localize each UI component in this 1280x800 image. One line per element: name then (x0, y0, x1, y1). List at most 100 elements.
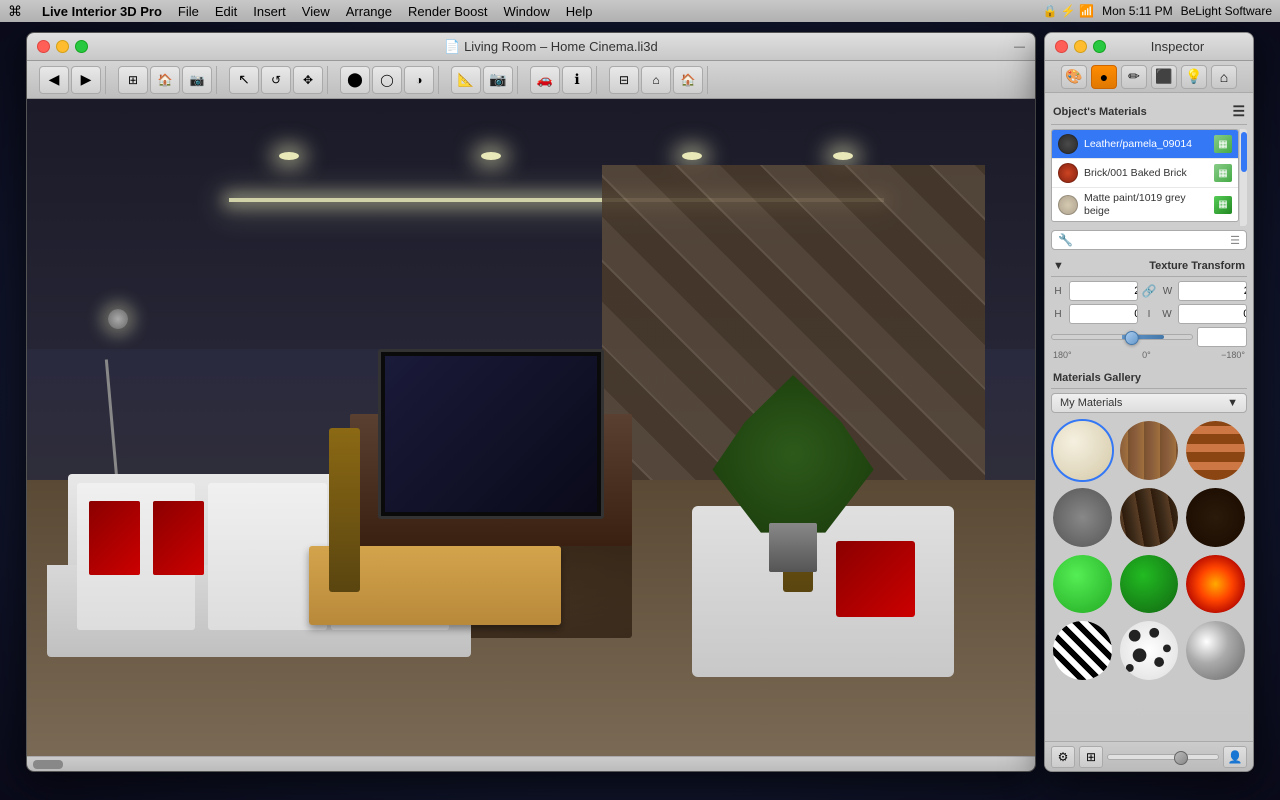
inspector-maximize[interactable] (1093, 40, 1106, 53)
apple-menu[interactable]: ⌘ (8, 3, 22, 20)
scroll-thumb[interactable] (33, 760, 63, 769)
tab-house[interactable]: ⌂ (1211, 65, 1237, 89)
camera2-btn[interactable]: 📷 (483, 66, 513, 94)
camera-btn[interactable]: 📷 (182, 66, 212, 94)
menu-render[interactable]: Render Boost (408, 4, 488, 19)
layout-btn2[interactable]: ⌂ (641, 66, 671, 94)
sphere-btn[interactable]: ⬤ (340, 66, 370, 94)
menu-arrange[interactable]: Arrange (346, 4, 392, 19)
3d-view-btn[interactable]: 🏠 (150, 66, 180, 94)
size-slider[interactable] (1107, 754, 1219, 760)
h1-input[interactable]: 2.56 (1070, 283, 1138, 299)
gallery-item-darkbrown[interactable] (1184, 486, 1247, 549)
menu-file[interactable]: File (178, 4, 199, 19)
materials-gallery-section: Materials Gallery My Materials ▼ (1051, 368, 1247, 682)
gallery-swatch-darkwood (1120, 488, 1179, 547)
rotation-labels: 180° 0° −180° (1051, 350, 1247, 360)
gallery-view-btn[interactable]: ⊞ (1079, 746, 1103, 768)
menu-edit[interactable]: Edit (215, 4, 237, 19)
w1-input-group: 2.56 ▲ ▼ (1178, 281, 1247, 301)
gallery-item-cream[interactable] (1051, 419, 1114, 482)
list-icon: ☰ (1230, 234, 1240, 247)
gallery-item-spots[interactable] (1118, 619, 1181, 682)
material-item-paint[interactable]: Matte paint/1019 grey beige ▦ (1052, 188, 1238, 221)
recessed-light-2 (481, 152, 501, 160)
w2-input[interactable]: 0.00 (1179, 306, 1247, 322)
tab-light[interactable]: 💡 (1181, 65, 1207, 89)
info-btn[interactable]: ℹ (562, 66, 592, 94)
gallery-grid (1051, 419, 1247, 682)
gallery-item-fire[interactable] (1184, 553, 1247, 616)
gallery-item-zebra[interactable] (1051, 619, 1114, 682)
spots-svg (1120, 621, 1179, 680)
material-item-brick[interactable]: Brick/001 Baked Brick ▦ (1052, 159, 1238, 188)
walk-btn[interactable]: 🚗 (530, 66, 560, 94)
menu-window[interactable]: Window (504, 4, 550, 19)
menu-insert[interactable]: Insert (253, 4, 286, 19)
menu-help[interactable]: Help (566, 4, 593, 19)
select-tool[interactable]: ↖ (229, 66, 259, 94)
gallery-item-brick[interactable] (1184, 419, 1247, 482)
tab-paint[interactable]: 🎨 (1061, 65, 1087, 89)
rotation-thumb[interactable] (1125, 331, 1139, 345)
collapse-arrow[interactable]: ▼ (1053, 260, 1064, 272)
link-icon[interactable]: 🔗 (1142, 284, 1157, 298)
w2-label: W (1160, 309, 1174, 320)
inspector-bottom-bar: ⚙ ⊞ 👤 (1045, 741, 1253, 771)
maximize-button[interactable] (75, 40, 88, 53)
half-sphere-btn[interactable]: ◑ (404, 66, 434, 94)
rotation-input[interactable]: 0° (1198, 329, 1247, 345)
gallery-item-metallic[interactable] (1184, 619, 1247, 682)
menu-view[interactable]: View (302, 4, 330, 19)
w2-label-spacer: I (1142, 309, 1156, 320)
viewport-scrollbar[interactable] (27, 756, 1035, 771)
gallery-dropdown[interactable]: My Materials ▼ (1051, 393, 1247, 413)
header-menu-icon[interactable]: ☰ (1232, 103, 1245, 120)
gallery-item-wood1[interactable] (1118, 419, 1181, 482)
floor-plan-btn[interactable]: ⊞ (118, 66, 148, 94)
size-slider-thumb[interactable] (1174, 751, 1188, 765)
layout-btn3[interactable]: 🏠 (673, 66, 703, 94)
gallery-swatch-fire (1186, 555, 1245, 614)
measure-btn[interactable]: 📐 (451, 66, 481, 94)
materials-list: Leather/pamela_09014 ▦ Brick/001 Baked B… (1051, 129, 1239, 222)
swatch-paint (1058, 195, 1078, 215)
inspector-close[interactable] (1055, 40, 1068, 53)
inspector-titlebar: Inspector (1045, 33, 1253, 61)
search-input[interactable] (1077, 234, 1226, 246)
gallery-item-green-dark[interactable] (1118, 553, 1181, 616)
w1-input[interactable]: 2.56 (1179, 283, 1247, 299)
texture-transform-section: ▼ Texture Transform H 2.56 ▲ ▼ 🔗 W (1051, 256, 1247, 360)
swatch-leather (1058, 134, 1078, 154)
gallery-item-concrete[interactable] (1051, 486, 1114, 549)
gallery-item-green-bright[interactable] (1051, 553, 1114, 616)
tab-texture[interactable]: ⬛ (1151, 65, 1177, 89)
close-button[interactable] (37, 40, 50, 53)
rot-max-label: −180° (1221, 350, 1245, 360)
material-item-leather[interactable]: Leather/pamela_09014 ▦ (1052, 130, 1238, 159)
orbit-tool[interactable]: ↺ (261, 66, 291, 94)
layout-btn1[interactable]: ⊟ (609, 66, 639, 94)
h2-input[interactable]: 0.00 (1070, 306, 1138, 322)
h1-label: H (1051, 286, 1065, 297)
viewport[interactable] (27, 99, 1035, 756)
tab-sphere[interactable]: ● (1091, 65, 1117, 89)
user-icon-btn[interactable]: 👤 (1223, 746, 1247, 768)
pan-tool[interactable]: ✥ (293, 66, 323, 94)
rotation-slider[interactable] (1051, 334, 1193, 340)
add-material-btn[interactable]: ⚙ (1051, 746, 1075, 768)
gallery-item-darkwood[interactable] (1118, 486, 1181, 549)
tv-unit[interactable] (350, 414, 632, 545)
inspector-title: Inspector (1112, 39, 1243, 54)
w2-input-group: 0.00 ▲ ▼ (1178, 304, 1247, 324)
tab-edit[interactable]: ✏ (1121, 65, 1147, 89)
app-name[interactable]: Live Interior 3D Pro (42, 4, 162, 19)
inspector-minimize[interactable] (1074, 40, 1087, 53)
forward-btn[interactable]: ▶ (71, 66, 101, 94)
recessed-light-3 (682, 152, 702, 160)
back-btn[interactable]: ◀ (39, 66, 69, 94)
ring-btn[interactable]: ◯ (372, 66, 402, 94)
minimize-button[interactable] (56, 40, 69, 53)
collapse-icon[interactable]: — (1014, 41, 1025, 53)
materials-scrollbar[interactable] (1239, 129, 1247, 226)
